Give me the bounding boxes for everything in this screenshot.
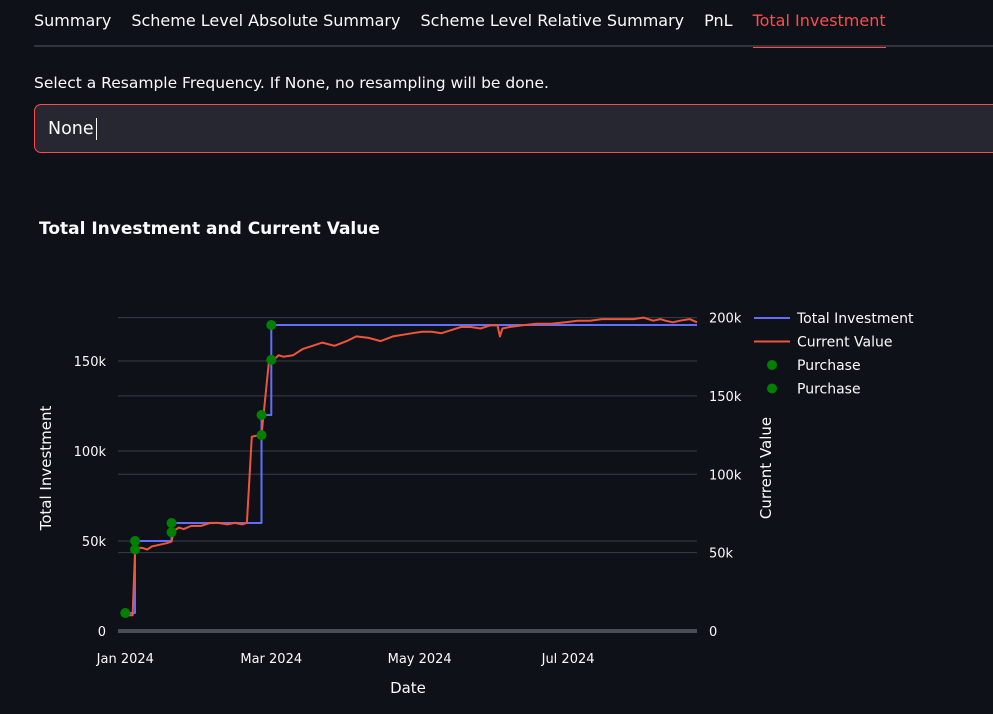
- legend-label: Total Investment: [796, 311, 914, 327]
- purchase-marker: [266, 354, 277, 365]
- purchase-marker: [256, 410, 267, 420]
- investment-chart: 0 50k 100k 150k 0 50k 100k 150k 200k Jan 2024 Mar …: [37, 311, 914, 697]
- x-axis-title: Date: [390, 679, 426, 697]
- y-left-tick-label: 150k: [74, 355, 107, 370]
- y-left-tick-label: 100k: [74, 445, 107, 460]
- y-left-tick-label: 0: [98, 625, 106, 640]
- y-left-tick-label: 50k: [82, 535, 107, 550]
- x-tick-label: Jul 2024: [541, 652, 595, 667]
- legend-label: Purchase: [797, 382, 861, 398]
- legend-marker-swatch: [767, 360, 777, 370]
- axis-layer: 0 50k 100k 150k 0 50k 100k 150k 200k Jan 2024 Mar …: [74, 312, 742, 667]
- x-tick-label: Jan 2024: [96, 652, 154, 667]
- legend: Total Investment Current Value Purchase Pur…: [754, 311, 914, 398]
- grid-layer: [118, 317, 697, 633]
- x-tick-label: Mar 2024: [240, 652, 302, 667]
- legend-marker-swatch: [767, 383, 777, 394]
- purchase-marker: [166, 518, 177, 528]
- purchase-marker: [120, 608, 131, 618]
- y-right-tick-label: 100k: [709, 468, 742, 483]
- total-investment-line: [125, 324, 697, 614]
- purchase-marker: [166, 527, 177, 538]
- legend-label: Current Value: [797, 335, 892, 351]
- legend-label: Purchase: [797, 358, 861, 374]
- purchase-marker: [266, 320, 277, 330]
- purchase-marker: [130, 544, 141, 555]
- y-right-tick-label: 200k: [709, 312, 742, 327]
- y-axis-left-title: Total Investment: [37, 406, 55, 532]
- series-layer: [120, 316, 698, 618]
- current-value-line: [125, 316, 698, 617]
- y-right-tick-label: 0: [709, 625, 717, 640]
- purchase-marker: [256, 430, 267, 441]
- y-axis-right-title: Current Value: [757, 417, 775, 519]
- x-tick-label: May 2024: [388, 652, 452, 667]
- y-right-tick-label: 150k: [709, 390, 742, 405]
- y-right-tick-label: 50k: [709, 547, 734, 562]
- purchase-marker: [130, 536, 141, 546]
